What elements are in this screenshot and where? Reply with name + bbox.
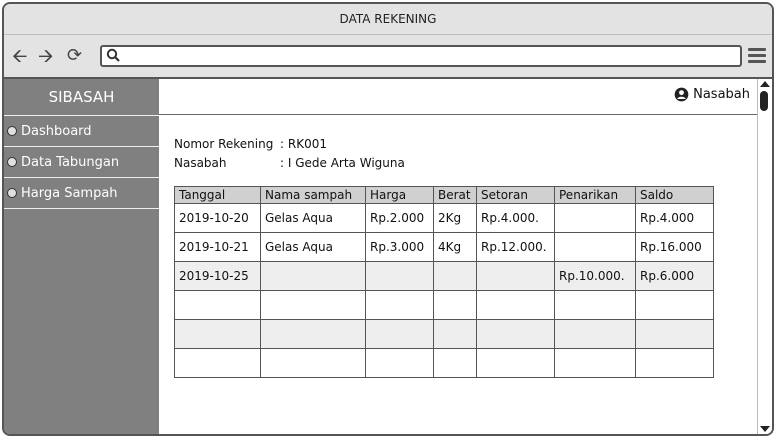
nasabah-label: Nasabah bbox=[174, 155, 227, 170]
sidebar-item-data-tabungan[interactable]: Data Tabungan bbox=[4, 147, 159, 178]
browser-window: DATA REKENING 🡨 🡪 ⟳ SIBASAH Dashboard Da… bbox=[2, 2, 774, 436]
table-row bbox=[174, 290, 714, 320]
column-header: Tanggal bbox=[174, 186, 261, 204]
table-cell bbox=[174, 319, 261, 349]
table-cell: Rp.4.000 bbox=[635, 203, 714, 233]
user-label: Nasabah bbox=[693, 87, 750, 102]
table-cell bbox=[433, 261, 477, 291]
table-cell: Rp.10.000. bbox=[554, 261, 636, 291]
table-cell: Rp.6.000 bbox=[635, 261, 714, 291]
table-cell bbox=[365, 290, 434, 320]
table-cell bbox=[433, 348, 477, 378]
table-cell bbox=[174, 348, 261, 378]
table-cell: Gelas Aqua bbox=[260, 232, 366, 262]
browser-toolbar: 🡨 🡪 ⟳ bbox=[4, 35, 772, 79]
scrollbar-thumb[interactable] bbox=[760, 91, 768, 111]
table-cell: Rp.12.000. bbox=[476, 232, 555, 262]
table-cell bbox=[260, 290, 366, 320]
table-cell bbox=[635, 348, 714, 378]
table-row: 2019-10-21 Gelas Aqua Rp.3.000 4Kg Rp.12… bbox=[174, 232, 714, 262]
column-header: Saldo bbox=[635, 186, 714, 204]
url-bar[interactable] bbox=[100, 45, 742, 67]
vertical-scrollbar[interactable] bbox=[757, 79, 772, 434]
table-cell bbox=[554, 232, 636, 262]
column-header: Setoran bbox=[476, 186, 555, 204]
table-cell bbox=[365, 348, 434, 378]
column-header: Harga bbox=[365, 186, 434, 204]
table-cell bbox=[476, 319, 555, 349]
sidebar-item-label: Dashboard bbox=[21, 123, 92, 139]
table-cell bbox=[554, 290, 636, 320]
nomor-rekening-value: : RK001 bbox=[280, 136, 327, 151]
table-cell bbox=[635, 290, 714, 320]
hamburger-menu-icon[interactable] bbox=[748, 48, 766, 64]
table-cell: Rp.16.000 bbox=[635, 232, 714, 262]
column-header: Nama sampah bbox=[260, 186, 366, 204]
table-row bbox=[174, 348, 714, 378]
nasabah-value: : I Gede Arta Wiguna bbox=[280, 155, 405, 170]
table-cell: Rp.2.000 bbox=[365, 203, 434, 233]
sidebar-brand: SIBASAH bbox=[4, 79, 159, 116]
sidebar-item-harga-sampah[interactable]: Harga Sampah bbox=[4, 178, 159, 209]
window-title: DATA REKENING bbox=[339, 12, 437, 26]
arrow-left-icon[interactable]: 🡨 bbox=[12, 46, 27, 66]
scroll-down-icon[interactable] bbox=[760, 426, 770, 432]
table-cell: Gelas Aqua bbox=[260, 203, 366, 233]
table-cell bbox=[365, 261, 434, 291]
table-cell bbox=[476, 348, 555, 378]
sidebar: SIBASAH Dashboard Data Tabungan Harga Sa… bbox=[4, 79, 159, 434]
sidebar-item-dashboard[interactable]: Dashboard bbox=[4, 116, 159, 147]
table-cell bbox=[476, 290, 555, 320]
sidebar-item-label: Data Tabungan bbox=[21, 154, 120, 170]
search-icon bbox=[106, 48, 120, 62]
radio-dot-icon bbox=[7, 157, 17, 167]
table-cell bbox=[260, 319, 366, 349]
window-titlebar: DATA REKENING bbox=[4, 4, 772, 35]
user-menu[interactable]: Nasabah bbox=[674, 87, 750, 102]
sidebar-item-label: Harga Sampah bbox=[21, 185, 118, 201]
table-cell: Rp.4.000. bbox=[476, 203, 555, 233]
url-input[interactable] bbox=[126, 48, 740, 66]
content-header: Nasabah bbox=[159, 79, 758, 115]
radio-dot-icon bbox=[7, 126, 17, 136]
table-cell: 4Kg bbox=[433, 232, 477, 262]
table-cell bbox=[174, 290, 261, 320]
table-cell bbox=[260, 261, 366, 291]
table-cell bbox=[433, 290, 477, 320]
account-info: Nomor Rekening : RK001 Nasabah : I Gede … bbox=[174, 134, 405, 172]
table-cell bbox=[433, 319, 477, 349]
user-circle-icon bbox=[674, 87, 689, 102]
radio-dot-icon bbox=[7, 188, 17, 198]
column-header: Berat bbox=[433, 186, 477, 204]
table-cell bbox=[635, 319, 714, 349]
transactions-table: Tanggal Nama sampah Harga Berat Setoran … bbox=[174, 186, 714, 378]
reload-icon[interactable]: ⟳ bbox=[67, 46, 82, 66]
table-cell: Rp.3.000 bbox=[365, 232, 434, 262]
scroll-up-icon[interactable] bbox=[760, 81, 770, 87]
table-cell: 2019-10-20 bbox=[174, 203, 261, 233]
table-cell bbox=[260, 348, 366, 378]
table-header-row: Tanggal Nama sampah Harga Berat Setoran … bbox=[174, 186, 714, 204]
table-cell bbox=[476, 261, 555, 291]
table-row: 2019-10-25 Rp.10.000. Rp.6.000 bbox=[174, 261, 714, 291]
table-cell: 2019-10-21 bbox=[174, 232, 261, 262]
table-row bbox=[174, 319, 714, 349]
arrow-right-icon[interactable]: 🡪 bbox=[38, 46, 53, 66]
table-cell bbox=[365, 319, 434, 349]
table-cell: 2Kg bbox=[433, 203, 477, 233]
table-cell bbox=[554, 348, 636, 378]
table-cell: 2019-10-25 bbox=[174, 261, 261, 291]
table-cell bbox=[554, 319, 636, 349]
table-cell bbox=[554, 203, 636, 233]
column-header: Penarikan bbox=[554, 186, 636, 204]
main-content: Nasabah Nomor Rekening : RK001 Nasabah :… bbox=[159, 79, 758, 434]
table-row: 2019-10-20 Gelas Aqua Rp.2.000 2Kg Rp.4.… bbox=[174, 203, 714, 233]
nomor-rekening-label: Nomor Rekening bbox=[174, 136, 274, 151]
